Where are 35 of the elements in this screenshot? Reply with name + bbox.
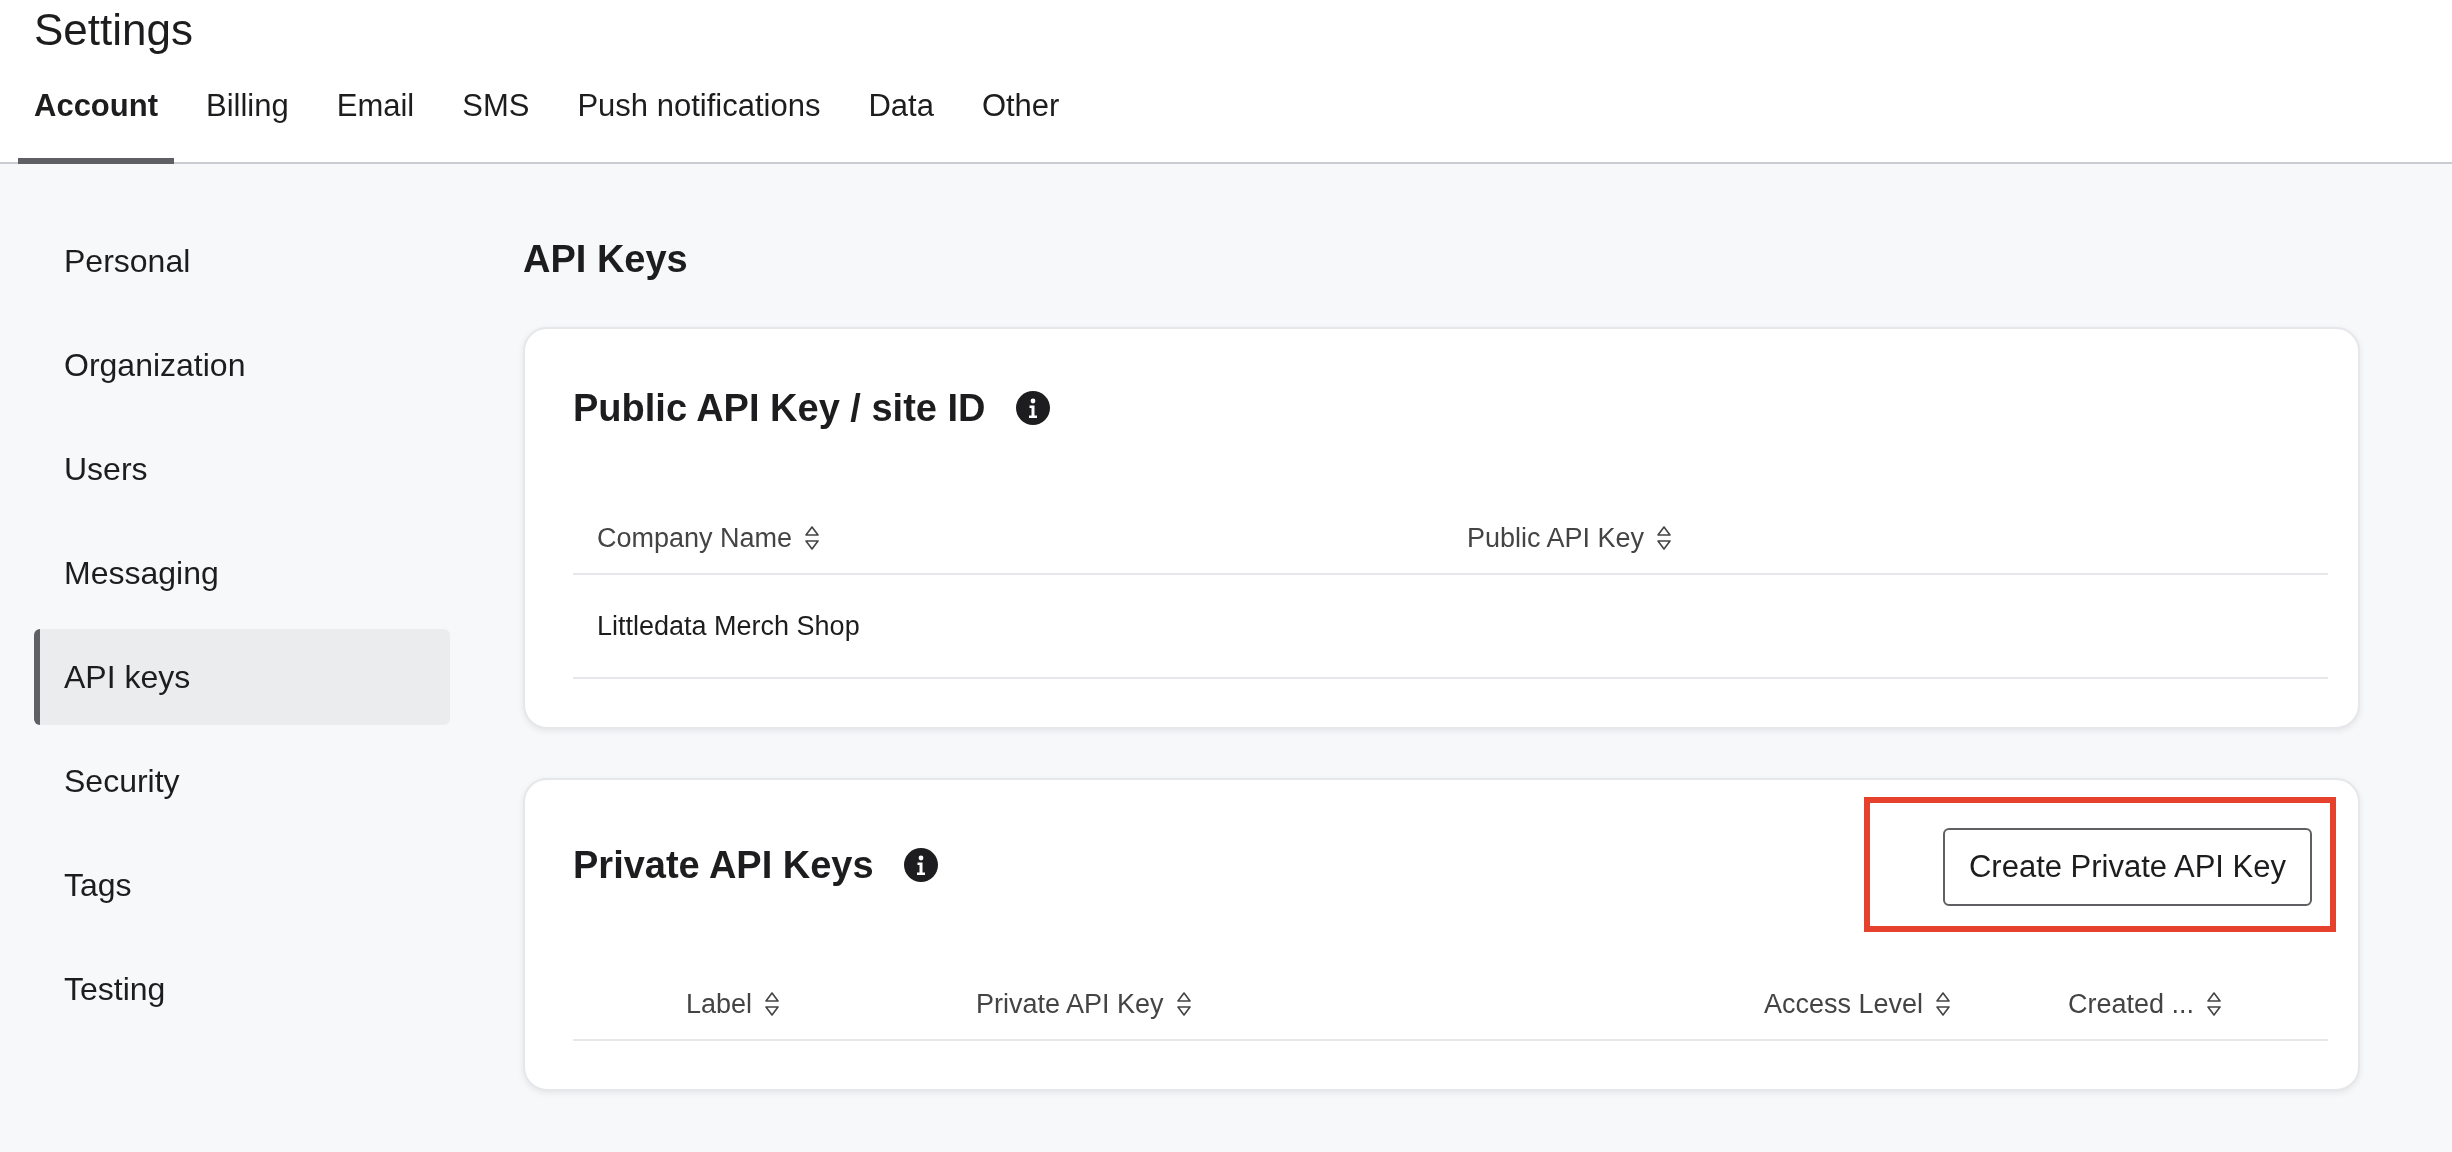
sort-icon[interactable] xyxy=(2206,991,2223,1017)
tab[interactable]: Data xyxy=(852,86,950,164)
sidebar-item[interactable]: Organization xyxy=(34,317,450,413)
tab[interactable]: SMS xyxy=(446,86,546,164)
sidebar-item[interactable]: Testing xyxy=(34,941,450,1037)
info-icon[interactable] xyxy=(903,847,938,882)
sidebar-item[interactable]: Users xyxy=(34,421,450,517)
tab[interactable]: Other xyxy=(965,86,1076,164)
column-header[interactable]: Access Level xyxy=(1764,988,1924,1020)
column-header[interactable]: Company Name xyxy=(597,522,793,554)
column-header[interactable]: Created ... xyxy=(2068,988,2195,1020)
sidebar-item[interactable]: Personal xyxy=(34,213,450,309)
section-title: API Keys xyxy=(523,237,689,282)
tab[interactable]: Push notifications xyxy=(561,86,837,164)
tab[interactable]: Billing xyxy=(190,86,305,164)
page-title: Settings xyxy=(33,4,193,56)
tab[interactable]: Account xyxy=(18,86,174,164)
sort-icon[interactable] xyxy=(1935,991,1952,1017)
column-header[interactable]: Private API Key xyxy=(976,988,1164,1020)
card-title: Private API Keys xyxy=(573,842,874,888)
column-header[interactable]: Public API Key xyxy=(1467,522,1645,554)
table-cell: Littledata Merch Shop xyxy=(597,610,860,642)
sidebar-item[interactable]: Tags xyxy=(34,837,450,933)
sort-icon[interactable] xyxy=(1175,991,1192,1017)
sidebar-item[interactable]: Security xyxy=(34,733,450,829)
info-icon[interactable] xyxy=(1015,391,1050,425)
column-header[interactable]: Label xyxy=(686,988,753,1020)
sort-icon[interactable] xyxy=(764,991,781,1017)
sort-icon[interactable] xyxy=(804,525,821,551)
create-key-button[interactable]: Create Private API Key xyxy=(1942,828,2312,906)
sort-icon[interactable] xyxy=(1656,525,1673,551)
card-title: Public API Key / site ID xyxy=(573,386,986,431)
sidebar-item[interactable]: Messaging xyxy=(34,525,450,621)
sidebar-item[interactable]: API keys xyxy=(34,629,450,725)
tab[interactable]: Email xyxy=(320,86,431,164)
